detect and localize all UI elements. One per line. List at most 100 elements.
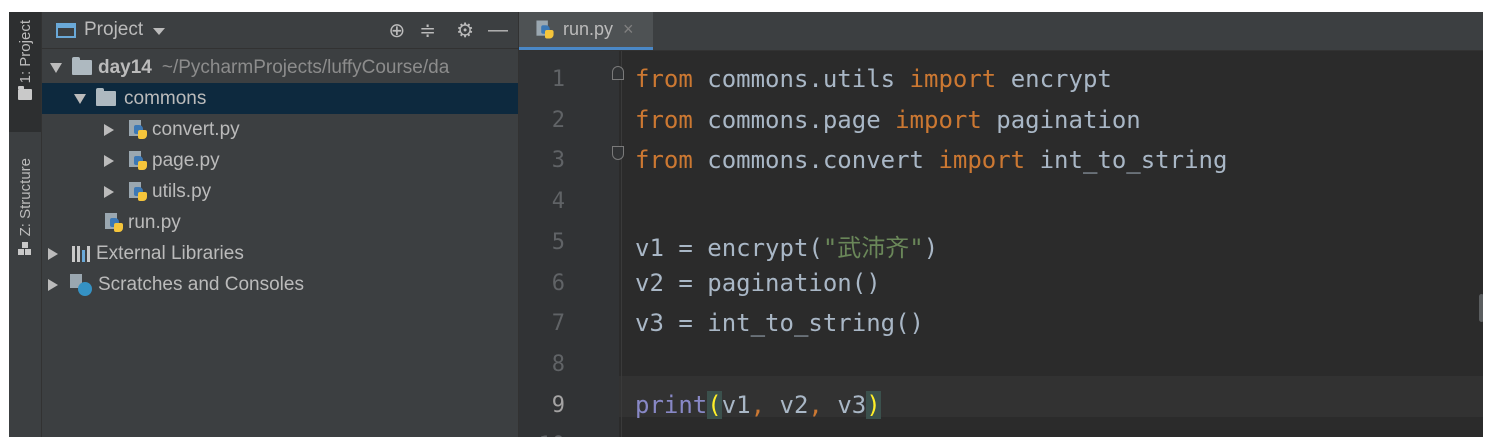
code-token: v3 = int_to_string() bbox=[635, 309, 924, 338]
python-file-icon bbox=[128, 150, 148, 171]
code-line[interactable]: print(v1, v2, v3) bbox=[635, 390, 881, 419]
code-line[interactable]: from commons.page import pagination bbox=[635, 106, 1141, 134]
locate-icon[interactable]: ⊕ bbox=[389, 18, 406, 43]
project-panel-header: Project ⊕ ≑ ⚙ — bbox=[42, 12, 518, 49]
code-token: import bbox=[895, 105, 982, 134]
code-token: v3 bbox=[822, 390, 867, 419]
code-token: v2 bbox=[765, 390, 809, 419]
folder-icon bbox=[18, 86, 32, 101]
code-token: commons.convert bbox=[692, 146, 939, 175]
structure-icon bbox=[18, 242, 32, 256]
code-token: print bbox=[635, 390, 708, 419]
structure-tool-tab[interactable]: Z: Structure bbox=[9, 158, 41, 288]
pycharm-window: 1: Project Z: Structure Project ⊕ ≑ ⚙ — … bbox=[9, 12, 1483, 437]
code-token: from bbox=[635, 105, 693, 134]
code-editor: run.py × 1 2 3 4 5 6 7 8 9 10 from commons.utils … bbox=[518, 12, 1483, 437]
code-token: v2 = pagination() bbox=[635, 268, 881, 297]
tree-item-label: run.py bbox=[128, 211, 181, 233]
close-icon[interactable]: × bbox=[623, 19, 634, 40]
expand-arrow-icon[interactable] bbox=[50, 62, 62, 73]
collapse-arrow-icon[interactable] bbox=[48, 247, 58, 260]
tree-item-day14[interactable]: day14 ~/PycharmProjects/luffyCourse/da bbox=[42, 52, 518, 83]
code-token: ) bbox=[866, 390, 881, 419]
tree-item-label: Scratches and Consoles bbox=[98, 273, 304, 295]
minimize-icon[interactable]: — bbox=[488, 19, 508, 42]
code-line[interactable]: from commons.convert import int_to_strin… bbox=[635, 146, 1227, 174]
project-title: Project bbox=[84, 19, 144, 40]
code-line[interactable]: v2 = pagination() bbox=[635, 269, 881, 297]
folder-icon bbox=[96, 88, 116, 106]
code-line[interactable]: v1 = encrypt("武沛齐") bbox=[635, 228, 938, 263]
gutter-divider bbox=[621, 51, 622, 437]
code-token: import bbox=[909, 65, 997, 93]
chevron-down-icon bbox=[153, 28, 166, 35]
tree-item-label: day14 bbox=[98, 56, 152, 78]
code-token: from bbox=[635, 65, 693, 93]
project-tool-tab-label: 1: Project bbox=[16, 20, 34, 84]
tree-item-page-py[interactable]: page.py bbox=[42, 145, 518, 176]
line-number: 10 bbox=[519, 433, 566, 437]
code-token: , bbox=[808, 390, 823, 419]
structure-tool-tab-label: Z: Structure bbox=[16, 158, 34, 237]
tree-item-scratches[interactable]: Scratches and Consoles bbox=[42, 269, 518, 300]
code-token: int_to_string bbox=[1025, 146, 1228, 175]
tab-label: run.py bbox=[563, 19, 614, 39]
collapse-arrow-icon[interactable] bbox=[48, 278, 58, 291]
line-number-gutter: 1 2 3 4 5 6 7 8 9 10 bbox=[519, 51, 619, 437]
collapse-icon[interactable]: ≑ bbox=[419, 18, 436, 43]
libraries-icon bbox=[72, 245, 90, 262]
code-token: ) bbox=[923, 233, 939, 262]
code-line[interactable]: from commons.utils import encrypt bbox=[635, 65, 1112, 93]
collapse-arrow-icon[interactable] bbox=[104, 123, 114, 136]
collapse-arrow-icon[interactable] bbox=[104, 154, 114, 167]
line-number: 2 bbox=[551, 107, 565, 133]
code-token: v1 bbox=[721, 390, 751, 419]
editor-tab-bar: run.py × bbox=[519, 12, 1483, 51]
project-window-icon bbox=[56, 22, 76, 38]
tree-item-convert-py[interactable]: convert.py bbox=[42, 114, 518, 145]
tree-item-label: page.py bbox=[152, 149, 220, 171]
code-token: ( bbox=[707, 390, 722, 419]
tree-item-run-py[interactable]: run.py bbox=[42, 207, 518, 238]
code-token: commons.page bbox=[692, 105, 896, 134]
code-token: v1 = encrypt( bbox=[635, 233, 823, 262]
collapse-arrow-icon[interactable] bbox=[104, 185, 114, 198]
tool-window-strip: 1: Project Z: Structure bbox=[9, 12, 42, 437]
tree-item-label: commons bbox=[124, 87, 207, 109]
python-file-icon bbox=[104, 212, 124, 233]
line-number: 9 bbox=[551, 392, 565, 418]
tree-item-path: ~/PycharmProjects/luffyCourse/da bbox=[161, 56, 450, 78]
scratches-icon bbox=[70, 273, 92, 296]
project-tool-tab[interactable]: 1: Project bbox=[9, 12, 41, 132]
scrollbar-thumb[interactable] bbox=[1479, 294, 1483, 322]
code-token: commons.utils bbox=[692, 65, 910, 93]
tree-item-utils-py[interactable]: utils.py bbox=[42, 176, 518, 207]
python-file-icon bbox=[128, 119, 148, 140]
line-number: 6 bbox=[551, 270, 565, 296]
code-token: , bbox=[750, 390, 766, 419]
project-panel: Project ⊕ ≑ ⚙ — day14 ~/PycharmProjects/… bbox=[42, 12, 518, 437]
tree-item-commons[interactable]: commons bbox=[42, 83, 518, 114]
line-number: 1 bbox=[551, 67, 565, 92]
tree-item-label: External Libraries bbox=[96, 242, 244, 264]
expand-arrow-icon[interactable] bbox=[74, 93, 86, 104]
code-line[interactable]: v3 = int_to_string() bbox=[635, 309, 924, 337]
folder-icon bbox=[72, 57, 92, 75]
tree-item-external-libraries[interactable]: External Libraries bbox=[42, 238, 518, 269]
screenshot-frame: 1: Project Z: Structure Project ⊕ ≑ ⚙ — … bbox=[0, 0, 1491, 437]
fold-end-icon[interactable] bbox=[612, 146, 624, 160]
gear-icon[interactable]: ⚙ bbox=[456, 18, 474, 43]
tree-item-label: utils.py bbox=[152, 180, 212, 202]
line-number: 3 bbox=[551, 148, 565, 174]
code-token: "武沛齐" bbox=[822, 233, 924, 262]
line-number: 5 bbox=[551, 229, 565, 255]
code-token: encrypt bbox=[996, 65, 1112, 93]
tree-item-label: convert.py bbox=[152, 118, 240, 140]
python-file-icon bbox=[128, 181, 148, 202]
fold-start-icon[interactable] bbox=[612, 66, 624, 80]
tab-run-py[interactable]: run.py × bbox=[519, 12, 653, 50]
code-token: pagination bbox=[981, 105, 1141, 134]
python-file-icon bbox=[536, 20, 555, 39]
project-view-selector[interactable]: Project bbox=[56, 19, 166, 41]
code-token: from bbox=[635, 146, 693, 175]
